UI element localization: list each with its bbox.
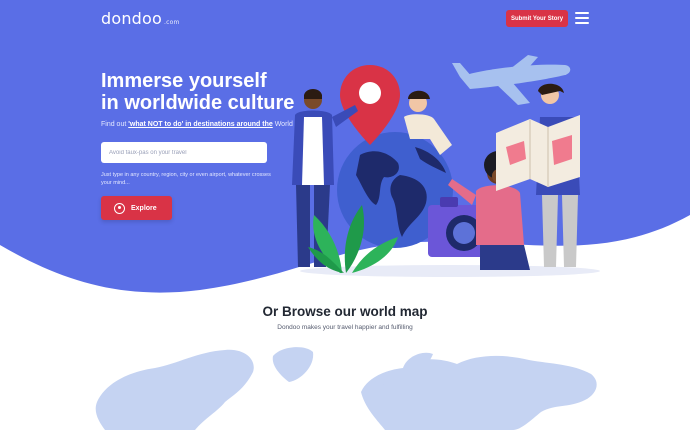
search-hint: Just type in any country, region, city o… [101,172,271,186]
world-map[interactable] [85,342,605,430]
submit-story-button[interactable]: Submit Your Story [506,10,568,27]
hamburger-menu-icon[interactable] [575,12,589,24]
map-europe-asia[interactable] [361,355,597,430]
hero-title-line-1: Immerse yourself [101,70,267,92]
logo-suffix: .com [164,19,180,26]
logo-text: dondoo [101,9,163,28]
browse-map-subtitle: Dondoo makes your travel happier and ful… [277,324,413,331]
hero-subtitle: Find out 'what NOT to do' in destination… [101,121,293,128]
travel-illustration [292,55,600,277]
subtitle-highlight-link[interactable]: 'what NOT to do' in destinations around … [128,121,273,128]
explore-button[interactable]: Explore [101,196,172,220]
dondoo-logo[interactable]: dondoo .com [101,9,180,28]
hero-title-line-2: in worldwide culture [101,92,295,114]
explore-label: Explore [131,204,157,212]
map-north-america[interactable] [95,349,254,430]
browse-map-title: Or Browse our world map [262,304,428,319]
compass-icon [114,202,125,214]
top-navigation-bar: dondoo .com Submit Your Story [0,0,690,38]
subtitle-prefix: Find out [101,121,129,128]
map-greenland[interactable] [272,347,314,382]
destination-search-input[interactable] [101,142,267,163]
